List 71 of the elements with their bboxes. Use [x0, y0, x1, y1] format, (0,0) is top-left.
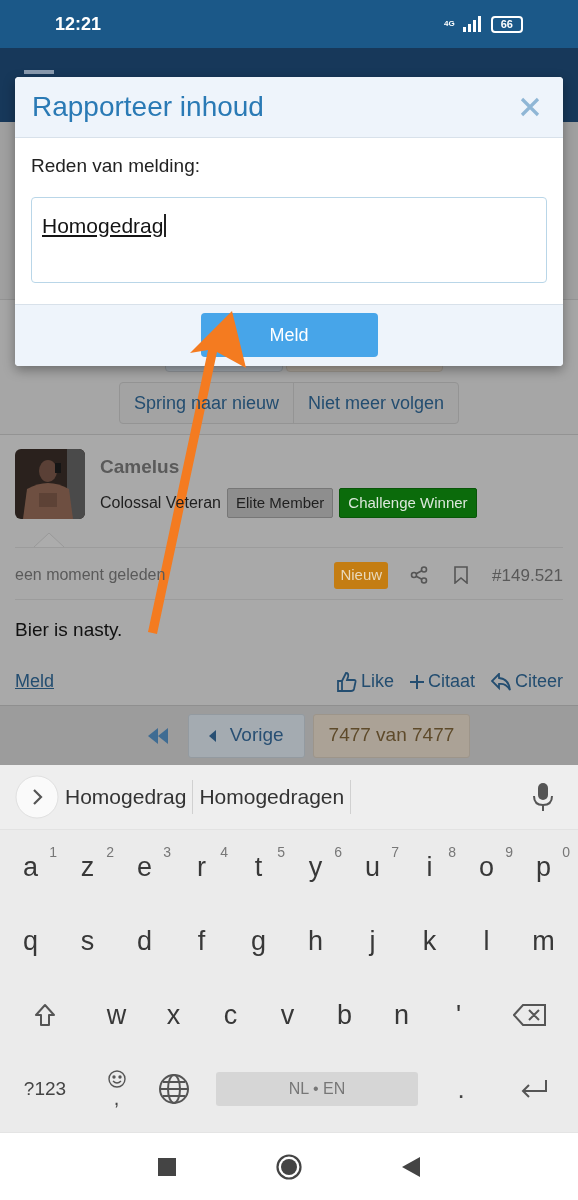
- period-key[interactable]: .: [418, 1052, 504, 1126]
- keyboard-key[interactable]: f: [173, 904, 230, 978]
- key-hint: 0: [562, 843, 570, 862]
- keyboard-key[interactable]: r 4: [173, 830, 230, 904]
- keyboard-key[interactable]: s: [59, 904, 116, 978]
- report-link[interactable]: Meld: [15, 668, 54, 695]
- share-icon[interactable]: [410, 566, 429, 585]
- plus-icon: [409, 674, 424, 689]
- user-badge: Challenge Winner: [339, 487, 477, 518]
- keyboard-key[interactable]: n: [373, 978, 430, 1052]
- caret-left-icon: [208, 729, 216, 742]
- thread-button[interactable]: Niet meer volgen: [293, 383, 459, 423]
- keyboard-key[interactable]: k: [401, 904, 458, 978]
- comma-key[interactable]: ,: [88, 1052, 145, 1126]
- thumbs-up-icon: [336, 671, 357, 692]
- reason-field[interactable]: Homogedrag: [31, 196, 547, 283]
- keyboard-key[interactable]: j: [344, 904, 401, 978]
- post-action[interactable]: Citaat: [409, 668, 475, 695]
- signal-icon: [462, 16, 483, 32]
- new-badge: Nieuw: [334, 562, 389, 589]
- keyboard-key[interactable]: d: [116, 904, 173, 978]
- key-hint: 5: [277, 843, 285, 862]
- keyboard-key[interactable]: c: [202, 978, 259, 1052]
- key-hint: 2: [106, 843, 114, 862]
- bookmark-icon[interactable]: [454, 566, 469, 585]
- keyboard-key[interactable]: u 7: [344, 830, 401, 904]
- post-action[interactable]: Like: [336, 668, 394, 695]
- post-text: Bier is nasty.: [15, 617, 124, 642]
- keyboard-key[interactable]: q: [2, 904, 59, 978]
- home-icon[interactable]: [276, 1153, 302, 1180]
- recent-apps-icon[interactable]: [158, 1157, 176, 1176]
- network-type: 4G: [444, 20, 455, 28]
- keyboard-key[interactable]: p 0: [515, 830, 572, 904]
- clock-time: 12:21: [55, 12, 102, 36]
- keyboard-key[interactable]: b: [316, 978, 373, 1052]
- keyboard-key[interactable]: o 9: [458, 830, 515, 904]
- keyboard-key[interactable]: i 8: [401, 830, 458, 904]
- keyboard-key[interactable]: e 3: [116, 830, 173, 904]
- key-hint: 3: [163, 843, 171, 862]
- expand-icon[interactable]: [15, 775, 59, 819]
- keyboard-key[interactable]: h: [287, 904, 344, 978]
- suggestion[interactable]: Homogedragen: [193, 780, 352, 814]
- keyboard-key[interactable]: m: [515, 904, 572, 978]
- dialog-title: Rapporteer inhoud: [32, 90, 264, 124]
- symbols-key[interactable]: ?123: [2, 1052, 88, 1126]
- microphone-icon[interactable]: [533, 783, 553, 811]
- key-hint: 1: [49, 843, 57, 862]
- key-hint: 6: [334, 843, 342, 862]
- keyboard-key[interactable]: ': [430, 978, 487, 1052]
- key-hint: 7: [391, 843, 399, 862]
- key-hint: 4: [220, 843, 228, 862]
- field-label: Reden van melding:: [31, 154, 201, 178]
- battery-level: 66: [490, 15, 523, 33]
- keyboard-key[interactable]: t 5: [230, 830, 287, 904]
- user-badge: Elite Member: [226, 487, 334, 518]
- reply-arrow-icon: [491, 672, 511, 691]
- keyboard-key[interactable]: a 1: [2, 830, 59, 904]
- keyboard-key[interactable]: l: [458, 904, 515, 978]
- keyboard-key[interactable]: g: [230, 904, 287, 978]
- keyboard-key[interactable]: y 6: [287, 830, 344, 904]
- post-action[interactable]: Citeer: [491, 668, 563, 695]
- back-icon[interactable]: [402, 1156, 420, 1177]
- keyboard-key[interactable]: x: [145, 978, 202, 1052]
- suggestion[interactable]: Homogedrag: [59, 780, 194, 814]
- previous-button[interactable]: Vorige: [187, 713, 305, 758]
- key-hint: 9: [505, 843, 513, 862]
- key-hint: 8: [448, 843, 456, 862]
- keyboard-key[interactable]: v: [259, 978, 316, 1052]
- emoji-icon: [107, 1070, 126, 1088]
- keyboard-key[interactable]: z 2: [59, 830, 116, 904]
- keyboard-key[interactable]: w: [88, 978, 145, 1052]
